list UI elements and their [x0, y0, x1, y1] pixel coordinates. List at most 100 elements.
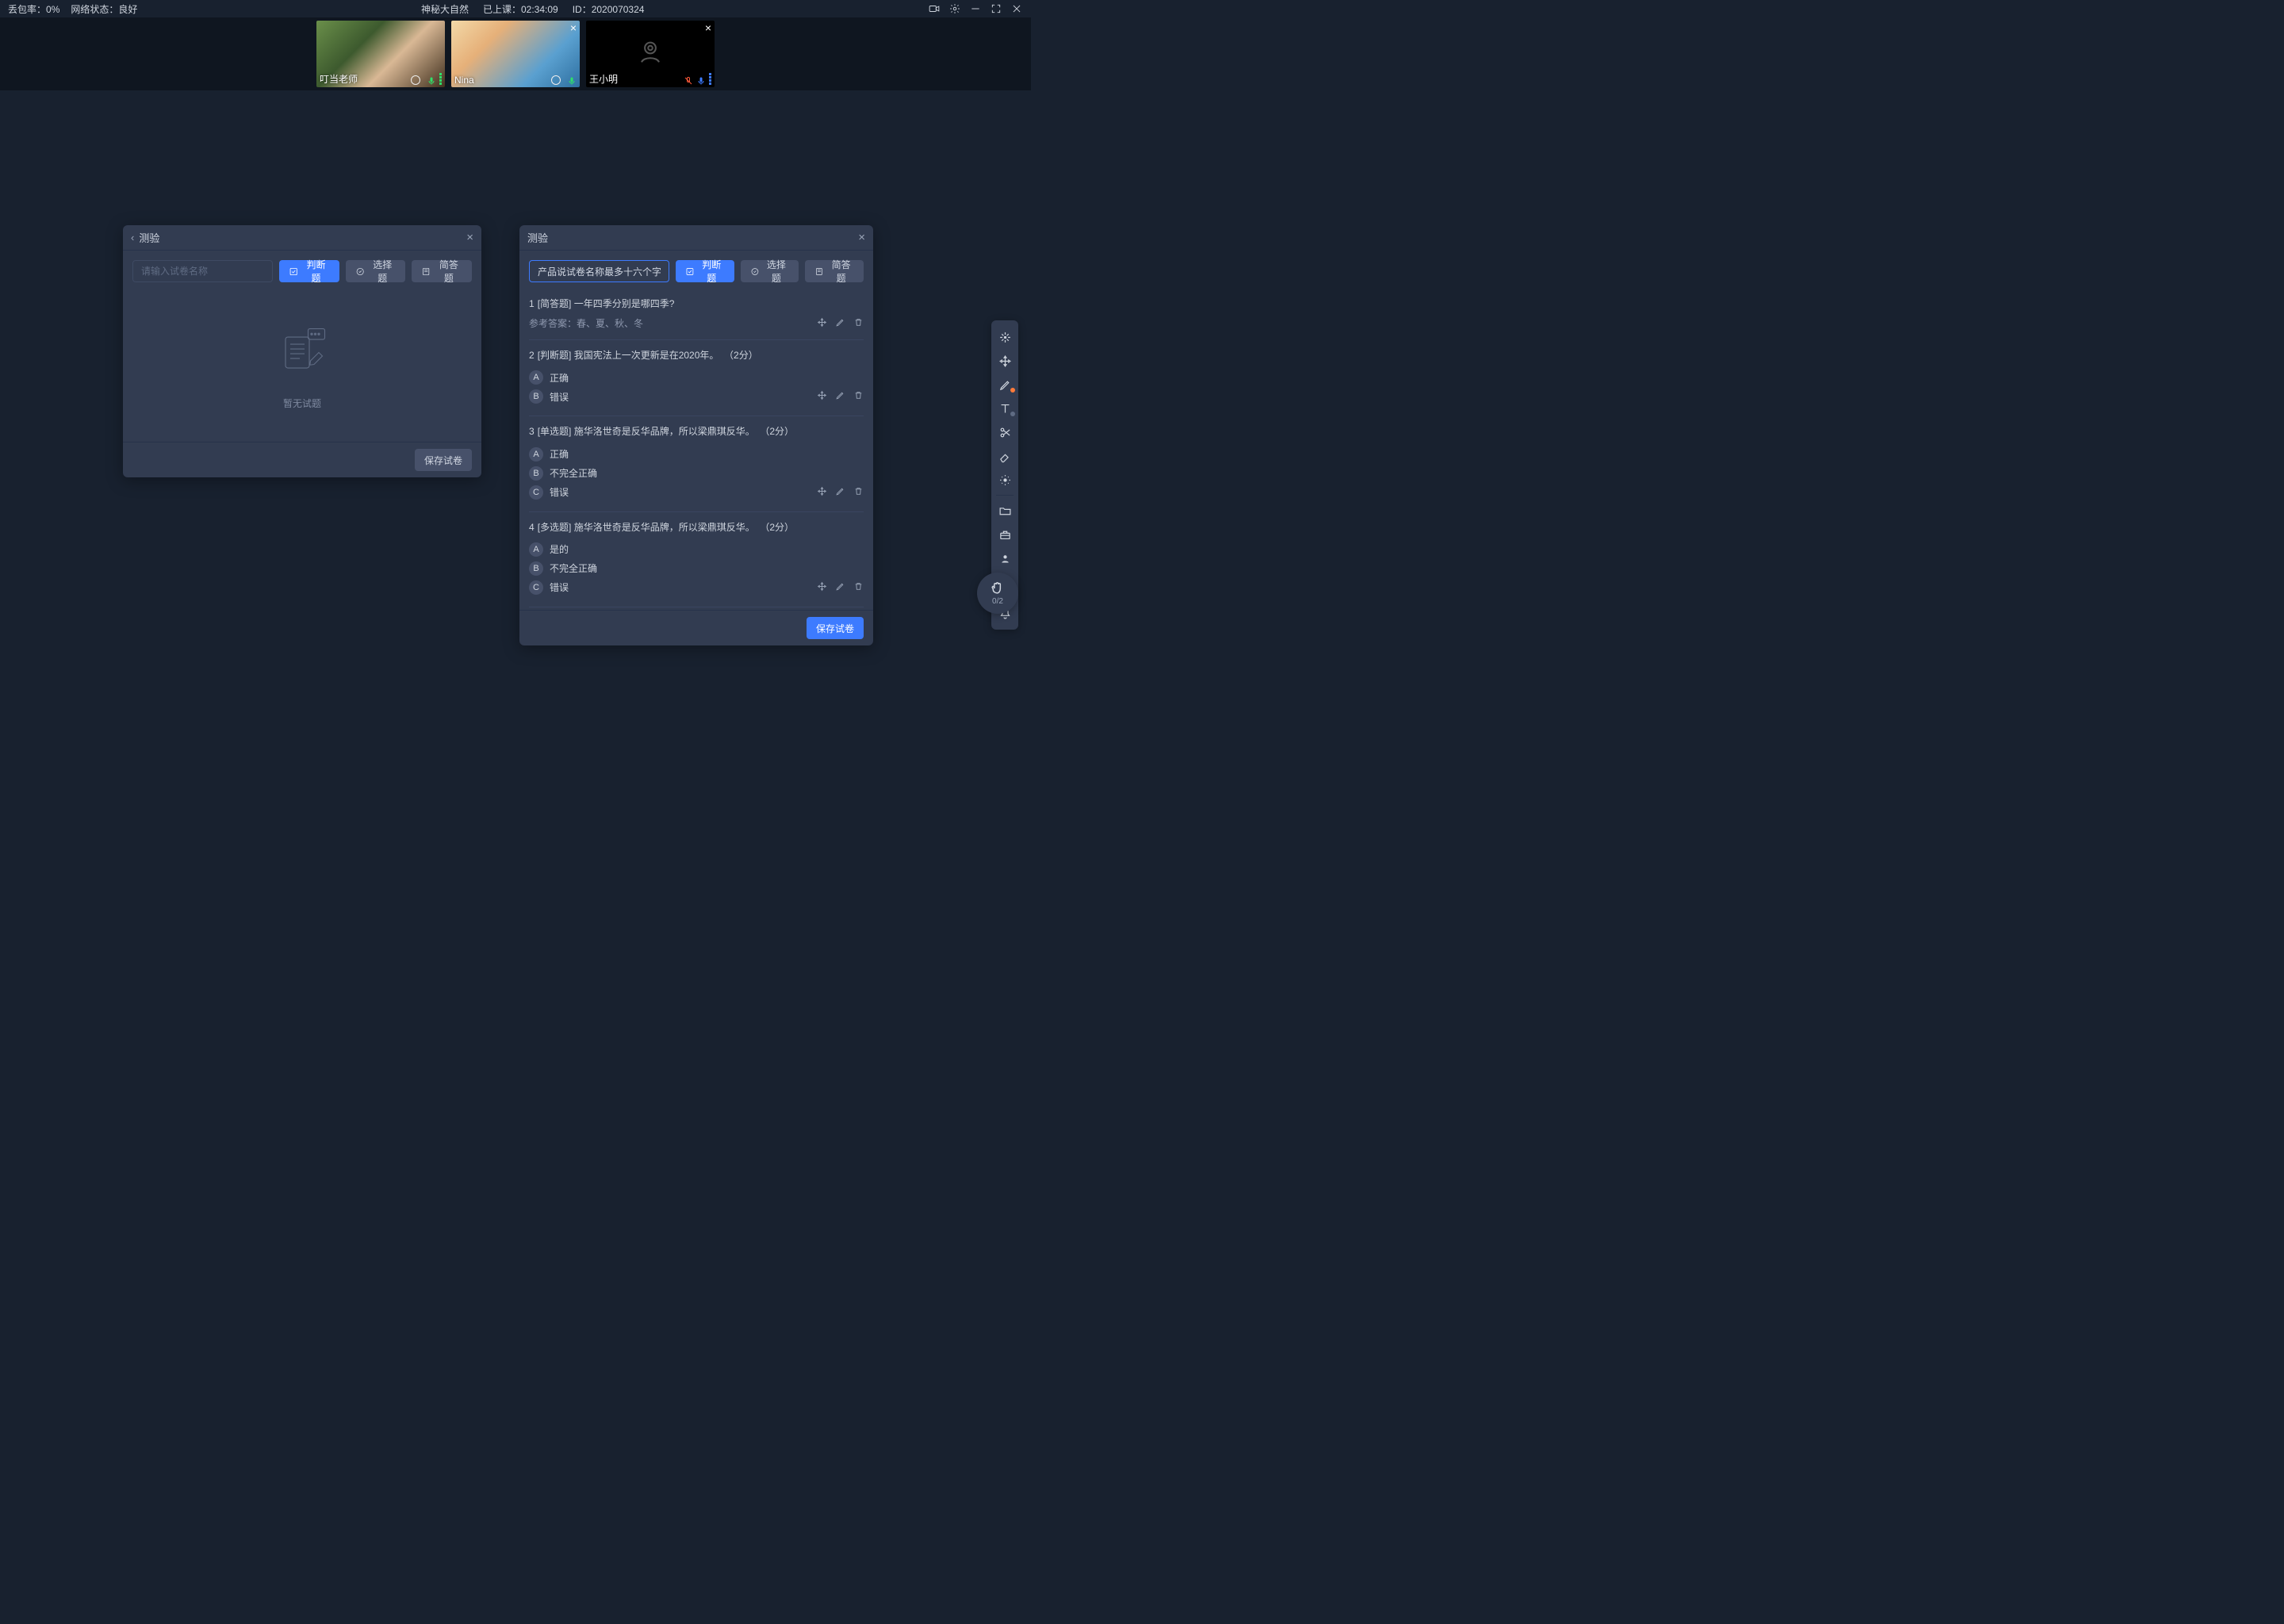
question-option[interactable]: A 是的	[529, 540, 864, 559]
quiz-title-field[interactable]	[529, 260, 669, 282]
video-tile-student-camoff[interactable]: × 王小明	[586, 21, 715, 87]
network-value: 良好	[118, 4, 137, 15]
participants-tool-icon[interactable]	[991, 546, 1018, 570]
question-number: 3	[529, 424, 535, 439]
move-question-icon[interactable]	[817, 486, 827, 499]
save-quiz-button[interactable]: 保存试卷	[415, 449, 472, 471]
save-quiz-button[interactable]: 保存试卷	[807, 617, 864, 639]
question-text: [简答题] 一年四季分别是哪四季?	[538, 297, 675, 312]
video-tile-teacher[interactable]: 叮当老师	[316, 21, 445, 87]
quiz-panel-empty: ‹ 测验 × 判断题 选择题 简答题 暂无试题 保存试卷	[123, 225, 481, 477]
panel-title: 测验	[139, 230, 159, 245]
question-option[interactable]: B 错误	[529, 387, 864, 406]
tile-close-icon[interactable]: ×	[705, 22, 711, 33]
edit-question-icon[interactable]	[835, 317, 845, 330]
option-letter: B	[529, 389, 543, 404]
laser-pointer-icon[interactable]	[991, 468, 1018, 492]
tile-close-icon[interactable]: ×	[570, 22, 577, 33]
question-type-short-button[interactable]: 简答题	[412, 260, 472, 282]
camera-toggle-icon[interactable]	[928, 2, 941, 15]
course-title: 神秘大自然	[421, 2, 469, 16]
option-text: 是的	[550, 542, 569, 556]
camera-status-icon	[551, 75, 561, 85]
option-letter: B	[529, 466, 543, 481]
minimize-icon[interactable]	[969, 2, 982, 15]
audio-level-icon	[439, 73, 442, 85]
scissors-tool-icon[interactable]	[991, 420, 1018, 444]
option-text: 错误	[550, 390, 569, 404]
option-letter: B	[529, 561, 543, 576]
question-type-choice-button[interactable]: 选择题	[346, 260, 406, 282]
mic-icon	[427, 75, 436, 85]
option-letter: A	[529, 542, 543, 557]
question-item: 3[单选题] 施华洛世奇是反华品牌，所以梁鼎琪反华。 （2分）A正确B不完全正确…	[529, 416, 864, 511]
folder-tool-icon[interactable]	[991, 499, 1018, 523]
eraser-tool-icon[interactable]	[991, 444, 1018, 468]
answer-ref-text: 春、夏、秋、冬	[577, 316, 643, 330]
cursor-click-tool-icon[interactable]	[991, 325, 1018, 349]
mic-icon	[567, 75, 577, 85]
session-id-label: ID：	[573, 4, 592, 15]
panel-title: 测验	[527, 230, 548, 245]
participant-name: 叮当老师	[320, 72, 358, 86]
video-strip: 叮当老师 × Nina × 王小明	[0, 17, 1031, 90]
edit-question-icon[interactable]	[835, 486, 845, 499]
elapsed-label: 已上课：	[483, 4, 521, 15]
quiz-panel-filled: 测验 × 判断题 选择题 简答题 1[简答题] 一年四季分别是哪四季? 参考答案：…	[519, 225, 873, 645]
option-letter: C	[529, 580, 543, 595]
option-text: 不完全正确	[550, 561, 597, 575]
question-type-judge-button[interactable]: 判断题	[279, 260, 339, 282]
question-item: 4[多选题] 施华洛世奇是反华品牌，所以梁鼎琪反华。 （2分）A是的B不完全正确…	[529, 512, 864, 607]
audio-level-icon	[709, 73, 711, 85]
close-icon[interactable]: ×	[466, 231, 473, 244]
delete-question-icon[interactable]	[853, 390, 864, 403]
option-text: 正确	[550, 371, 569, 385]
option-text: 正确	[550, 447, 569, 461]
camera-off-icon	[633, 35, 668, 74]
delete-question-icon[interactable]	[853, 317, 864, 330]
question-option[interactable]: C错误	[529, 483, 864, 502]
delete-question-icon[interactable]	[853, 581, 864, 594]
question-option[interactable]: A正确	[529, 445, 864, 464]
video-tile-student[interactable]: × Nina	[451, 21, 580, 87]
close-icon[interactable]: ×	[858, 231, 865, 244]
pen-tool-icon[interactable]	[991, 373, 1018, 396]
empty-text: 暂无试题	[283, 396, 321, 410]
raise-hand-button[interactable]: 0/2	[977, 573, 1018, 614]
question-option[interactable]: B 不完全正确	[529, 464, 864, 483]
edit-question-icon[interactable]	[835, 581, 845, 594]
question-number: 2	[529, 348, 535, 363]
close-window-icon[interactable]	[1010, 2, 1023, 15]
packet-loss-value: 0%	[46, 4, 59, 15]
question-number: 1	[529, 297, 535, 312]
settings-gear-icon[interactable]	[948, 2, 961, 15]
option-text: 不完全正确	[550, 466, 597, 480]
question-type-judge-button[interactable]: 判断题	[676, 260, 734, 282]
question-number: 4	[529, 520, 535, 535]
question-type-choice-button[interactable]: 选择题	[741, 260, 799, 282]
packet-loss-label: 丢包率：	[8, 4, 46, 15]
move-question-icon[interactable]	[817, 581, 827, 594]
edit-question-icon[interactable]	[835, 390, 845, 403]
text-tool-icon[interactable]	[991, 396, 1018, 420]
toolbox-tool-icon[interactable]	[991, 523, 1018, 546]
move-question-icon[interactable]	[817, 390, 827, 403]
question-option[interactable]: C错误	[529, 578, 864, 597]
question-option[interactable]: B 不完全正确	[529, 559, 864, 578]
move-tool-icon[interactable]	[991, 349, 1018, 373]
option-letter: C	[529, 485, 543, 500]
delete-question-icon[interactable]	[853, 486, 864, 499]
question-option[interactable]: A正确	[529, 368, 864, 387]
question-item: 2[判断题] 我国宪法上一次更新是在2020年。 （2分）A正确B错误	[529, 340, 864, 416]
fullscreen-icon[interactable]	[990, 2, 1002, 15]
quiz-name-input[interactable]	[132, 260, 273, 282]
participant-name: 王小明	[589, 72, 618, 86]
back-icon[interactable]: ‹	[131, 232, 134, 243]
network-label: 网络状态：	[71, 4, 118, 15]
mic-muted-icon	[684, 75, 693, 85]
move-question-icon[interactable]	[817, 317, 827, 330]
answer-ref-label: 参考答案：	[529, 316, 577, 330]
empty-state: 暂无试题	[123, 292, 481, 442]
top-status-bar: 丢包率：0% 网络状态：良好 神秘大自然 已上课：02:34:09 ID：202…	[0, 0, 1031, 17]
question-type-short-button[interactable]: 简答题	[805, 260, 864, 282]
